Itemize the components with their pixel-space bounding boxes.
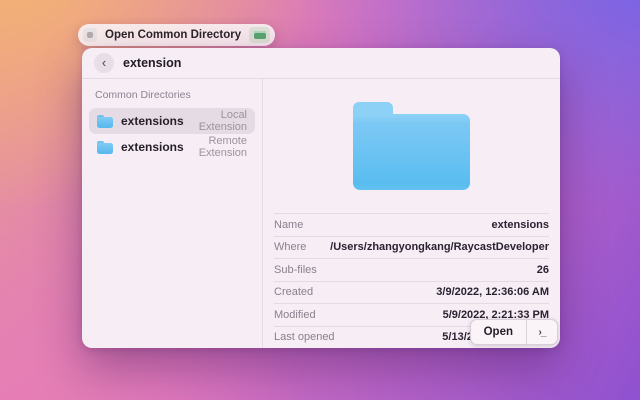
sidebar-item-remote-extension[interactable]: extensions Remote Extension (89, 134, 255, 160)
extension-icon (83, 28, 97, 42)
desktop-background: Open Common Directory ‹ extension Common… (0, 0, 640, 400)
folder-icon (97, 115, 113, 128)
sidebar-section-label: Common Directories (89, 87, 255, 108)
metadata-label: Modified (274, 309, 316, 321)
sidebar-item-type: Local Extension (192, 109, 247, 133)
metadata-label: Sub-files (274, 264, 317, 276)
metadata-label: Created (274, 286, 313, 298)
metadata-label: Last opened (274, 331, 335, 343)
folder-icon (97, 141, 113, 154)
launcher-pill[interactable]: Open Common Directory (78, 24, 275, 46)
raycast-window: ‹ extension Common Directories extension… (82, 48, 560, 348)
window-header: ‹ extension (82, 48, 560, 79)
metadata-row-subfiles: Sub-files 26 (274, 258, 549, 281)
detail-panel: Name extensions Where /Users/zhangyongka… (263, 79, 560, 348)
action-bar: Open ›_ (470, 319, 558, 345)
metadata-label: Where (274, 241, 306, 253)
back-button[interactable]: ‹ (94, 53, 114, 73)
sidebar-item-name: extensions (121, 140, 184, 154)
metadata-value: extensions (303, 219, 549, 231)
terminal-button[interactable]: ›_ (527, 320, 557, 344)
launcher-pill-label: Open Common Directory (103, 29, 243, 41)
metadata-row-where: Where /Users/zhangyongkang/RaycastDevelo… (274, 236, 549, 259)
window-body: Common Directories extensions Local Exte… (82, 79, 560, 348)
archive-badge-icon (249, 27, 270, 43)
metadata-value: 3/9/2022, 12:36:06 AM (313, 286, 549, 298)
open-button[interactable]: Open (471, 320, 526, 344)
chevron-left-icon: ‹ (102, 56, 106, 69)
sidebar-item-type: Remote Extension (192, 135, 247, 159)
metadata-row-created: Created 3/9/2022, 12:36:06 AM (274, 281, 549, 304)
sidebar-item-local-extension[interactable]: extensions Local Extension (89, 108, 255, 134)
page-title: extension (123, 56, 181, 70)
metadata-value: 26 (317, 264, 549, 276)
terminal-prompt-icon: ›_ (539, 327, 546, 338)
sidebar: Common Directories extensions Local Exte… (82, 79, 263, 348)
metadata-label: Name (274, 219, 303, 231)
sidebar-item-name: extensions (121, 114, 184, 128)
metadata-row-name: Name extensions (274, 213, 549, 236)
folder-preview (263, 79, 560, 213)
folder-icon-large (353, 102, 470, 190)
metadata-value: /Users/zhangyongkang/RaycastDeveloper (306, 241, 549, 253)
